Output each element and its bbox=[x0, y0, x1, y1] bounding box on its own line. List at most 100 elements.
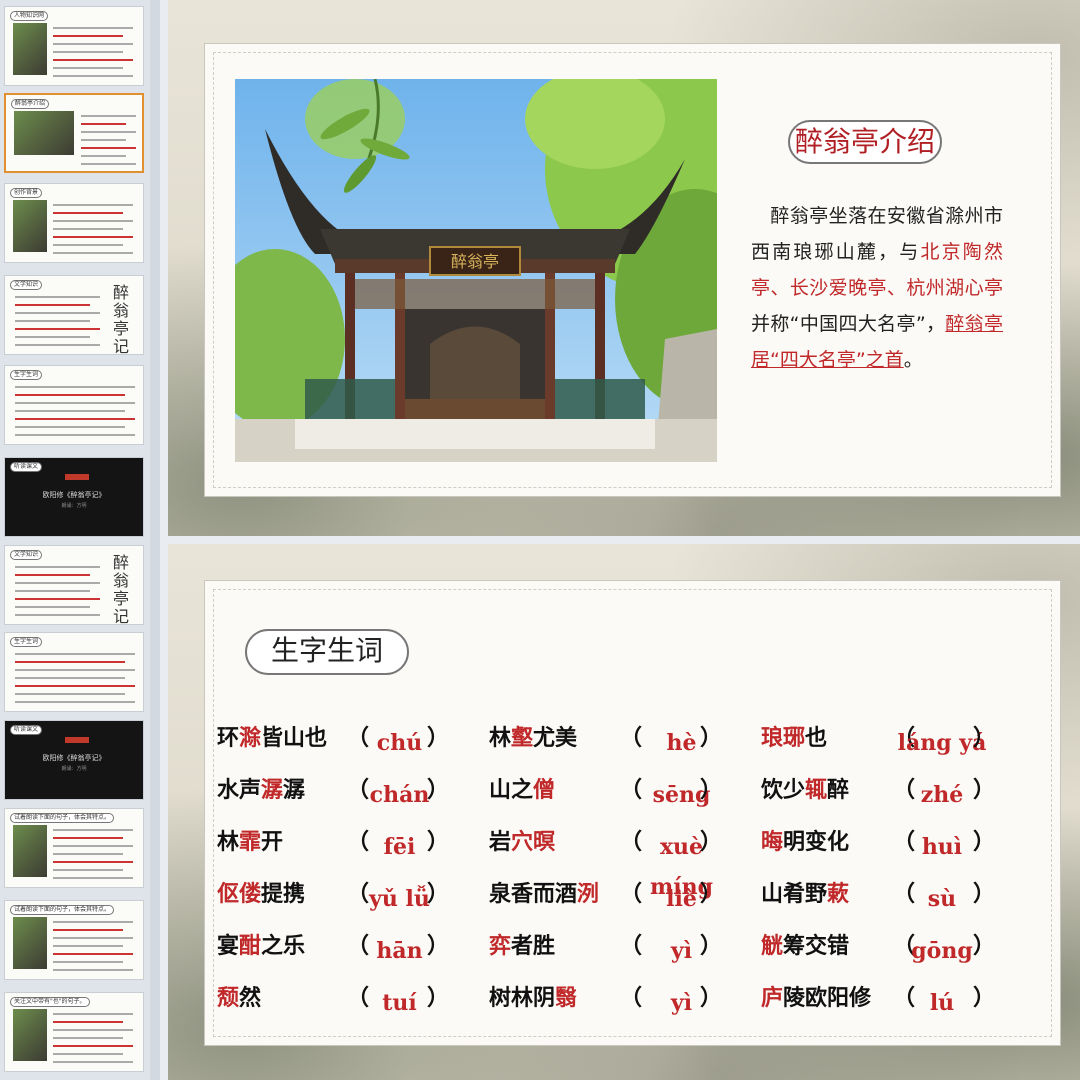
thumbnail-text-line bbox=[15, 304, 90, 306]
vocab-target-char: 辄 bbox=[805, 778, 828, 803]
thumbnail-text-line bbox=[15, 685, 135, 687]
vocab-word: 岩穴暝 bbox=[489, 823, 555, 863]
vocab-context: 也 bbox=[805, 726, 828, 751]
thumbnail-text-line bbox=[15, 693, 125, 695]
slide-title: 生字生词 bbox=[245, 629, 409, 675]
thumbnail-text-line bbox=[15, 653, 135, 655]
vocab-context: 水声 bbox=[217, 778, 262, 803]
thumbnail-tag: 醉翁亭介绍 bbox=[11, 99, 50, 109]
vocab-context: 环 bbox=[217, 726, 240, 751]
video-subtitle: 朗诵：方明 bbox=[61, 503, 87, 509]
thumbnail-tag: 关注文中带有"也"的句子。 bbox=[10, 997, 90, 1007]
vocab-word: 山之僧 bbox=[489, 771, 555, 811]
vocab-word: 林霏开 bbox=[217, 823, 283, 863]
thumbnail-text-line bbox=[53, 35, 123, 37]
close-paren: ） bbox=[973, 778, 996, 803]
vocab-target-char: 翳 bbox=[555, 986, 578, 1011]
thumbnail-text-line bbox=[81, 155, 126, 157]
close-paren: ） bbox=[700, 830, 723, 855]
vocab-context: 林 bbox=[217, 830, 240, 855]
thumbnail-tag: 生字生词 bbox=[10, 370, 43, 380]
thumbnail-text-line bbox=[53, 845, 133, 847]
vocab-context: 然 bbox=[239, 986, 262, 1011]
slide-thumbnail[interactable]: 试着朗读下面的句子，体会其特点。 bbox=[4, 900, 144, 980]
thumbnail-text-line bbox=[15, 402, 135, 404]
video-subtitle: 朗诵：方明 bbox=[61, 766, 87, 772]
thumbnail-text-line bbox=[15, 590, 90, 592]
thumbnail-text-line bbox=[81, 123, 126, 125]
slide-thumbnail[interactable]: 关注文中带有"也"的句子。 bbox=[4, 992, 144, 1072]
close-paren: ） bbox=[427, 934, 450, 959]
thumbnail-text-line bbox=[53, 861, 133, 863]
close-paren: ） bbox=[427, 778, 450, 803]
thumbnail-tag: 听读课文 bbox=[10, 462, 43, 472]
thumbnail-scrollbar[interactable] bbox=[150, 0, 160, 1080]
vocab-target-char: 壑 bbox=[511, 726, 534, 751]
thumbnail-text-line bbox=[81, 115, 136, 117]
vocab-word: 泉香而酒洌 bbox=[489, 875, 599, 915]
thumbnail-text-line bbox=[53, 837, 123, 839]
vocab-word: 环滁皆山也 bbox=[217, 719, 327, 759]
thumbnail-text-line bbox=[81, 163, 136, 165]
vocab-word: 树林阴翳 bbox=[489, 979, 577, 1019]
thumbnail-text-line bbox=[53, 51, 123, 53]
close-paren: ） bbox=[700, 882, 723, 907]
vocab-target-char: 弈 bbox=[489, 934, 512, 959]
pavilion-plaque: 醉翁亭 bbox=[451, 252, 499, 271]
thumbnail-text-line bbox=[53, 937, 133, 939]
vocab-context: 陵欧阳修 bbox=[783, 986, 872, 1011]
thumbnail-text-line bbox=[15, 312, 100, 314]
vocab-target-char: 洌 bbox=[577, 882, 600, 907]
thumbnail-text-line bbox=[15, 320, 90, 322]
thumbnail-text-line bbox=[15, 606, 90, 608]
thumbnail-text-line bbox=[15, 598, 100, 600]
thumbnail-text-line bbox=[53, 1029, 133, 1031]
video-logo-icon bbox=[65, 737, 89, 743]
close-paren: ） bbox=[700, 934, 723, 959]
slide-thumbnail[interactable]: 生字生词 bbox=[4, 365, 144, 445]
vocab-word: 晦明变化 bbox=[761, 823, 849, 863]
slide-thumbnail[interactable]: 人物知识网 bbox=[4, 6, 144, 86]
thumbnail-text-line bbox=[53, 869, 123, 871]
slide-thumbnail[interactable]: 听读课文 欧阳修《醉翁亭记》 朗诵：方明 bbox=[4, 720, 144, 800]
slide-thumbnail[interactable]: 文学知识 醉翁亭记 bbox=[4, 545, 144, 625]
thumbnail-text-line bbox=[53, 853, 123, 855]
vocab-word: 庐陵欧阳修 bbox=[761, 979, 871, 1019]
slide-thumbnail[interactable]: 听读课文 欧阳修《醉翁亭记》 朗诵：方明 bbox=[4, 457, 144, 537]
thumbnail-text-line bbox=[15, 582, 100, 584]
vocab-context: 林 bbox=[489, 726, 512, 751]
vocab-target-char: 穴暝 bbox=[511, 830, 556, 855]
intro-text-2: 并称“中国四大名亭”， bbox=[751, 313, 946, 335]
thumbnail-tag: 文学知识 bbox=[10, 550, 43, 560]
thumbnail-text-line bbox=[53, 953, 133, 955]
vocab-target-char: 庐 bbox=[761, 986, 784, 1011]
vocab-context: 者胜 bbox=[511, 934, 556, 959]
thumbnail-text-line bbox=[81, 131, 136, 133]
slide-title: 醉翁亭介绍 bbox=[788, 120, 942, 164]
vocab-word: 伛偻提携 bbox=[217, 875, 305, 915]
vocab-context: 山肴野 bbox=[761, 882, 828, 907]
slide-thumbnail[interactable]: 文学知识 醉翁亭记 bbox=[4, 275, 144, 355]
thumbnail-image bbox=[13, 1009, 47, 1061]
thumbnail-text-line bbox=[53, 945, 123, 947]
slide-thumbnail[interactable]: 生字生词 bbox=[4, 632, 144, 712]
close-paren: ） bbox=[973, 726, 996, 751]
vocab-context: 尤美 bbox=[533, 726, 578, 751]
thumbnail-text-line bbox=[15, 677, 125, 679]
intro-paragraph: 醉翁亭坐落在安徽省滁州市西南琅琊山麓，与北京陶然亭、长沙爱晚亭、杭州湖心亭并称“… bbox=[751, 198, 1003, 378]
thumbnail-tag: 试着朗读下面的句子，体会其特点。 bbox=[10, 813, 115, 823]
vocab-word: 颓然 bbox=[217, 979, 261, 1019]
slide-thumbnail[interactable]: 醉翁亭介绍 bbox=[4, 93, 144, 173]
thumbnail-text-line bbox=[81, 139, 126, 141]
vocab-context: 泉香而酒 bbox=[489, 882, 578, 907]
slide-thumbnail[interactable]: 试着朗读下面的句子，体会其特点。 bbox=[4, 808, 144, 888]
vocab-target-char: 僧 bbox=[533, 778, 556, 803]
thumbnail-text-line bbox=[15, 574, 90, 576]
thumbnail-tag: 人物知识网 bbox=[10, 11, 49, 21]
thumbnail-text-line bbox=[53, 1021, 123, 1023]
thumbnail-text-line bbox=[53, 929, 123, 931]
close-paren: ） bbox=[427, 986, 450, 1011]
slide-thumbnail[interactable]: 创作背景 bbox=[4, 183, 144, 263]
thumbnail-text-line bbox=[15, 328, 100, 330]
thumbnail-text-line bbox=[15, 434, 135, 436]
